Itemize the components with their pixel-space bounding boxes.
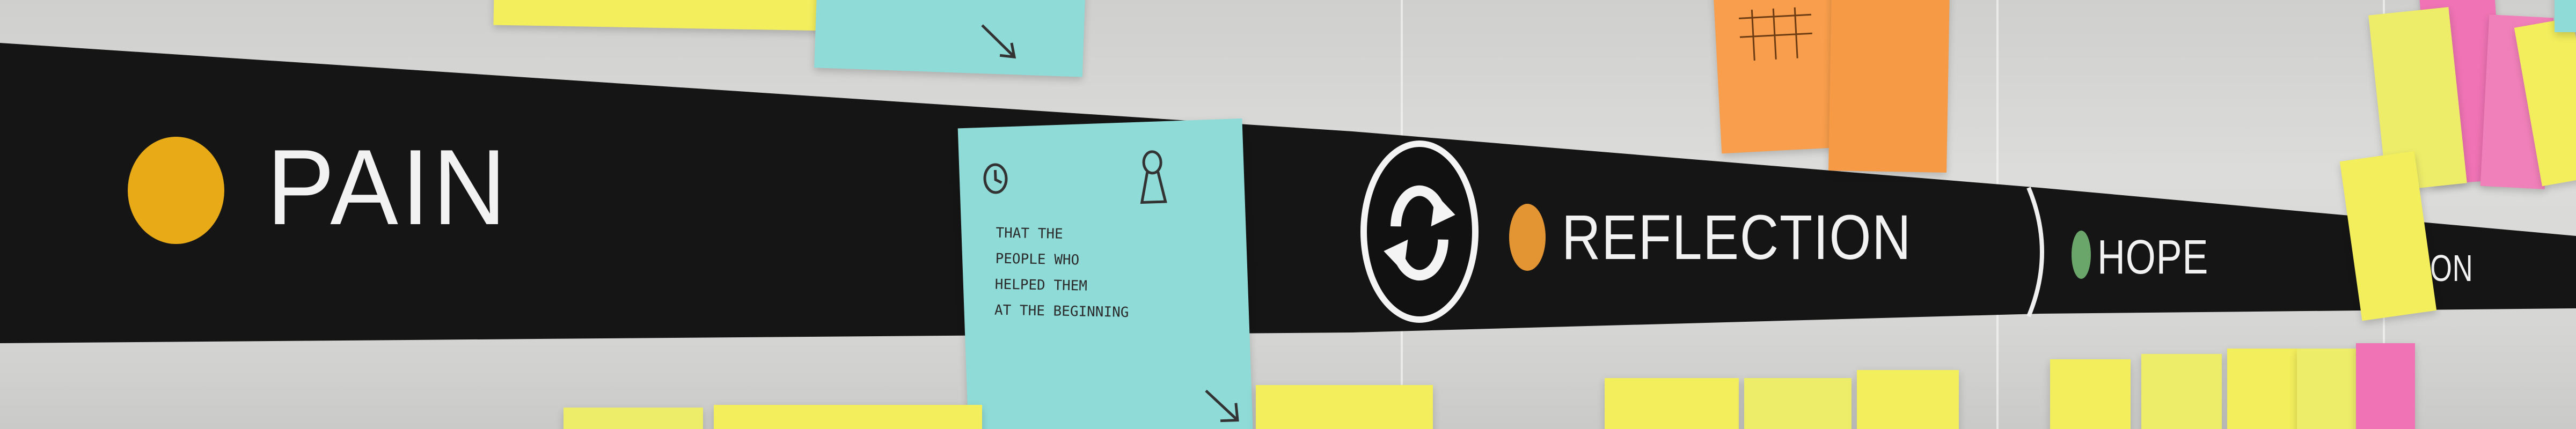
sticky-note-main: THAT THE PEOPLE WHO HELPED THEM AT THE B… xyxy=(957,118,1254,429)
board-photo: PAIN REFLECTION HOPE TION THAT THE PEOPL… xyxy=(0,0,2576,429)
sticky-note-cyan-top xyxy=(814,0,1086,77)
sticky-note-yellow xyxy=(2141,354,2222,429)
sticky-note-yellow xyxy=(1605,378,1739,429)
sticky-note-yellow xyxy=(2050,359,2131,429)
sticky-note-pink xyxy=(2356,343,2415,429)
hope-dot xyxy=(2072,231,2091,279)
sticky-note-yellow xyxy=(1744,378,1851,429)
sketch-icon xyxy=(1739,7,1812,61)
reflection-dot xyxy=(1509,204,1546,271)
refresh-cycle-icon xyxy=(1360,140,1479,323)
sticky-note-cyan xyxy=(2555,0,2576,32)
sticky-note-yellow xyxy=(2297,349,2361,429)
sticky-note-yellow xyxy=(1256,385,1433,429)
sticky-note-yellow xyxy=(714,405,982,429)
pain-dot xyxy=(128,137,224,244)
clock-icon xyxy=(983,163,1008,194)
stage-label-reflection: REFLECTION xyxy=(1562,202,1912,273)
sticky-note-yellow xyxy=(2227,349,2297,429)
sticky-note-yellow xyxy=(1857,370,1959,429)
arrow-down-right-icon xyxy=(981,24,1016,59)
arrow-down-right-icon xyxy=(1205,389,1239,423)
sticky-note-yellow xyxy=(564,408,703,429)
keyhole-icon xyxy=(1140,150,1167,204)
sticky-note-main-text: THAT THE PEOPLE WHO HELPED THEM AT THE B… xyxy=(994,225,1129,321)
stage-label-hope: HOPE xyxy=(2097,231,2209,284)
stage-label-pain: PAIN xyxy=(266,128,510,247)
sticky-note-orange xyxy=(1828,0,1950,173)
